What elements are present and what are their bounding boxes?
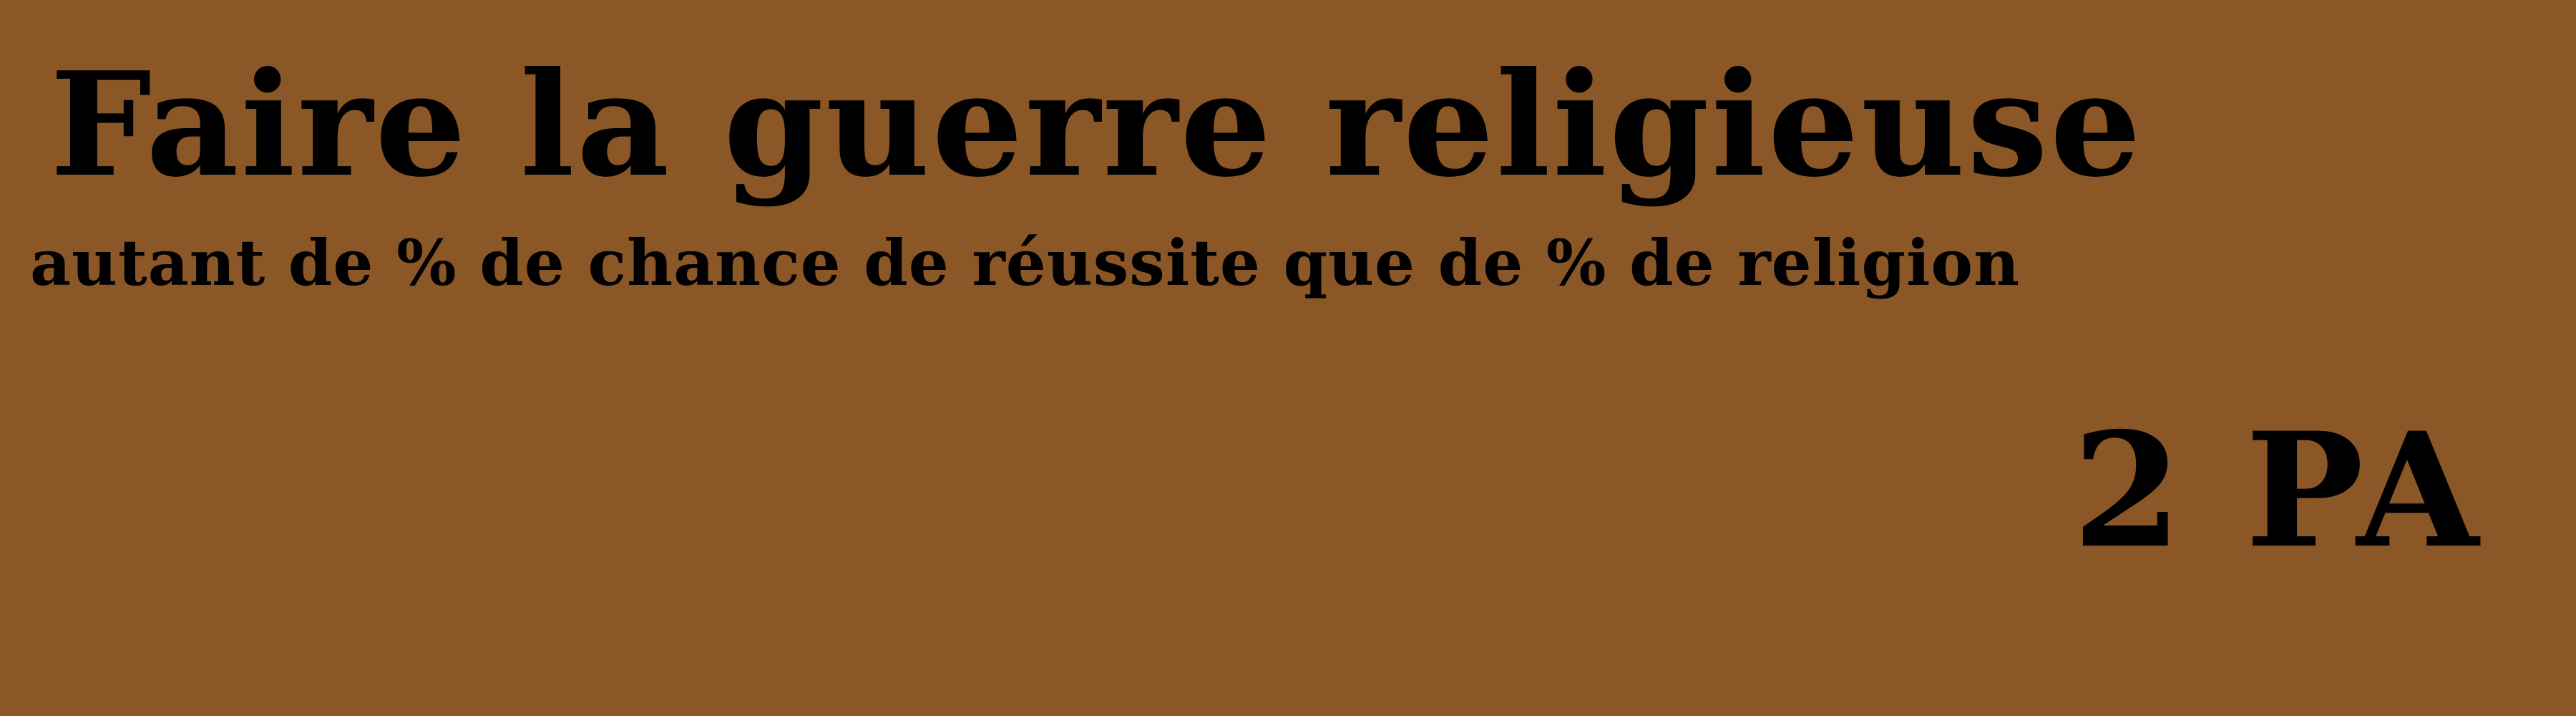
card-description: autant de % de chance de réussite que de… — [30, 226, 2021, 300]
card-title: Faire la guerre religieuse — [50, 41, 2144, 209]
action-point-cost: 2 PA — [2072, 397, 2483, 583]
action-card: Faire la guerre religieuse autant de % d… — [0, 0, 2576, 716]
